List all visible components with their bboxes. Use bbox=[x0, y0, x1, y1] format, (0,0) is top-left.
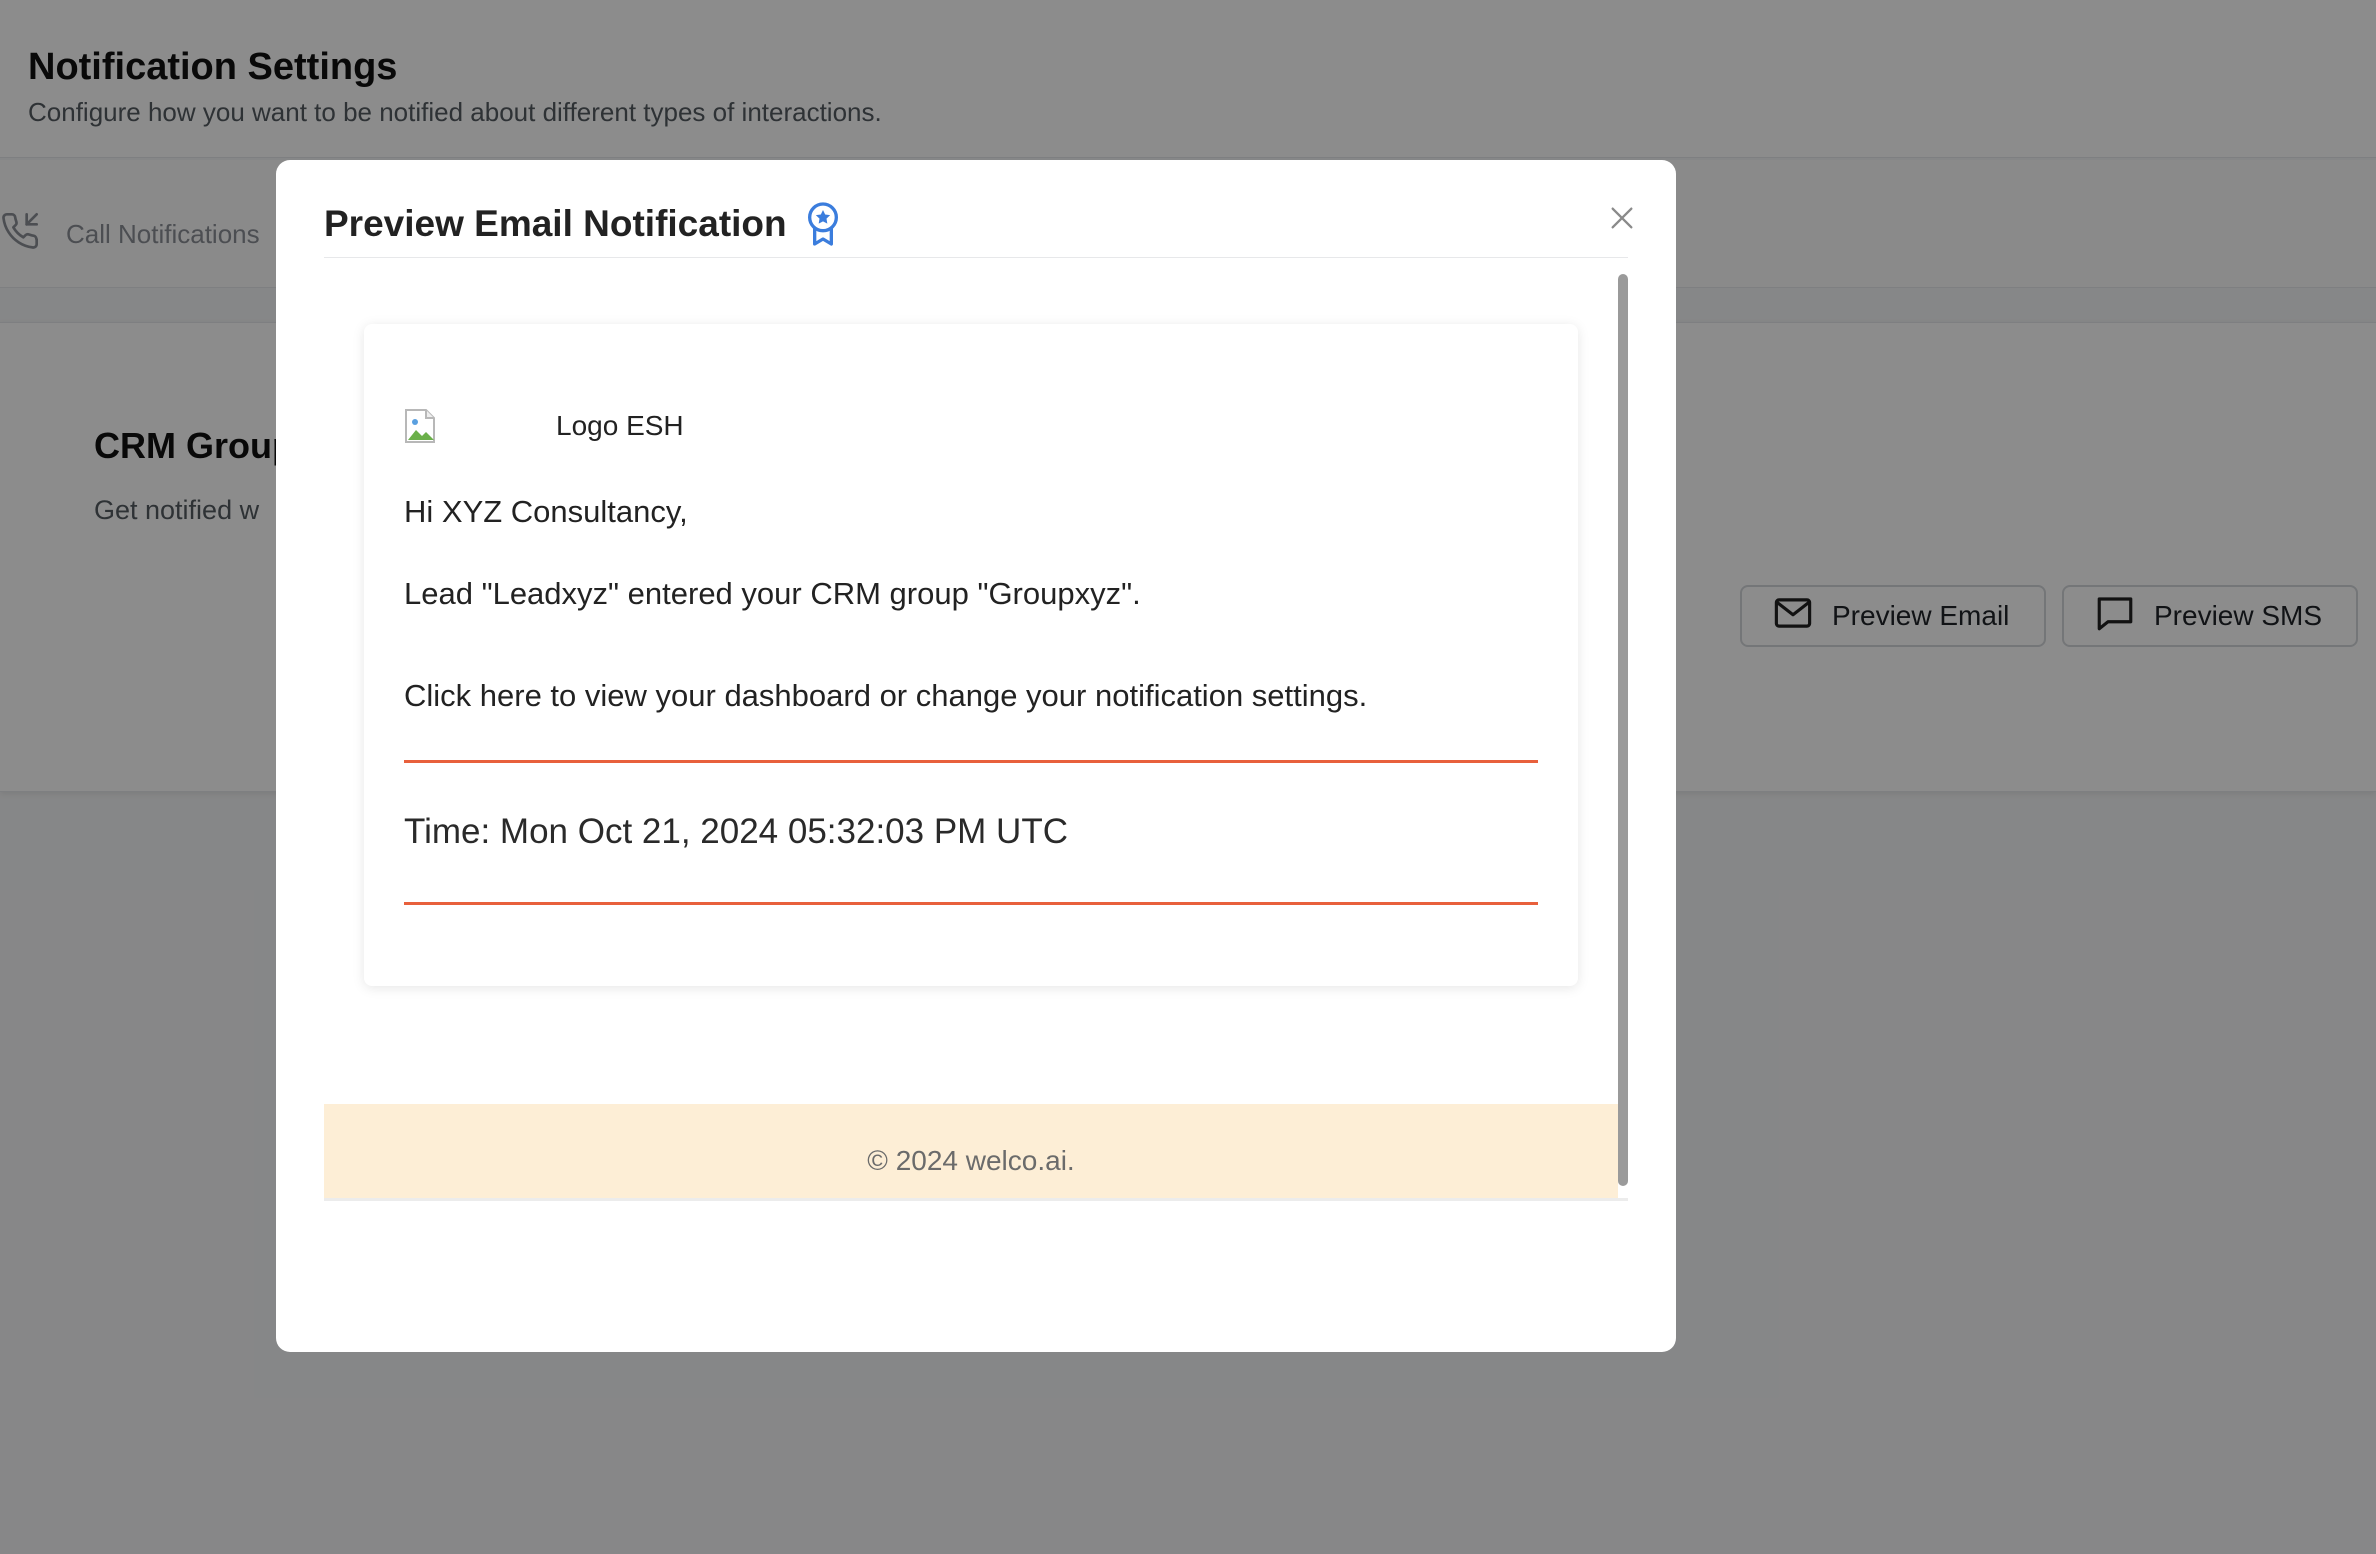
email-logo: Logo ESH bbox=[404, 408, 684, 444]
broken-image-icon bbox=[404, 408, 438, 444]
email-greeting: Hi XYZ Consultancy, bbox=[404, 494, 688, 529]
modal-title: Preview Email Notification bbox=[324, 203, 787, 244]
preview-email-modal: Preview Email Notification Logo ESH Hi X… bbox=[276, 160, 1676, 1352]
email-body-card: Logo ESH Hi XYZ Consultancy, Lead "Leadx… bbox=[364, 324, 1578, 986]
close-icon bbox=[1608, 204, 1636, 237]
email-preview-frame[interactable]: Logo ESH Hi XYZ Consultancy, Lead "Leadx… bbox=[324, 270, 1628, 1200]
close-button[interactable] bbox=[1602, 200, 1642, 240]
preview-scrollbar[interactable] bbox=[1618, 274, 1628, 1186]
logo-alt-text: Logo ESH bbox=[556, 410, 684, 441]
dashboard-link[interactable]: Click here to view your dashboard or cha… bbox=[404, 678, 1367, 714]
divider-bottom bbox=[404, 902, 1538, 905]
divider-top bbox=[404, 760, 1538, 763]
footer-divider bbox=[324, 1198, 1628, 1201]
email-timestamp: Time: Mon Oct 21, 2024 05:32:03 PM UTC bbox=[404, 812, 1068, 851]
footer-copyright: © 2024 welco.ai. bbox=[867, 1145, 1075, 1176]
email-lead-message: Lead "Leadxyz" entered your CRM group "G… bbox=[404, 576, 1141, 611]
award-badge-icon bbox=[803, 202, 843, 253]
email-footer: © 2024 welco.ai. bbox=[324, 1104, 1618, 1198]
modal-header: Preview Email Notification bbox=[324, 202, 1628, 258]
